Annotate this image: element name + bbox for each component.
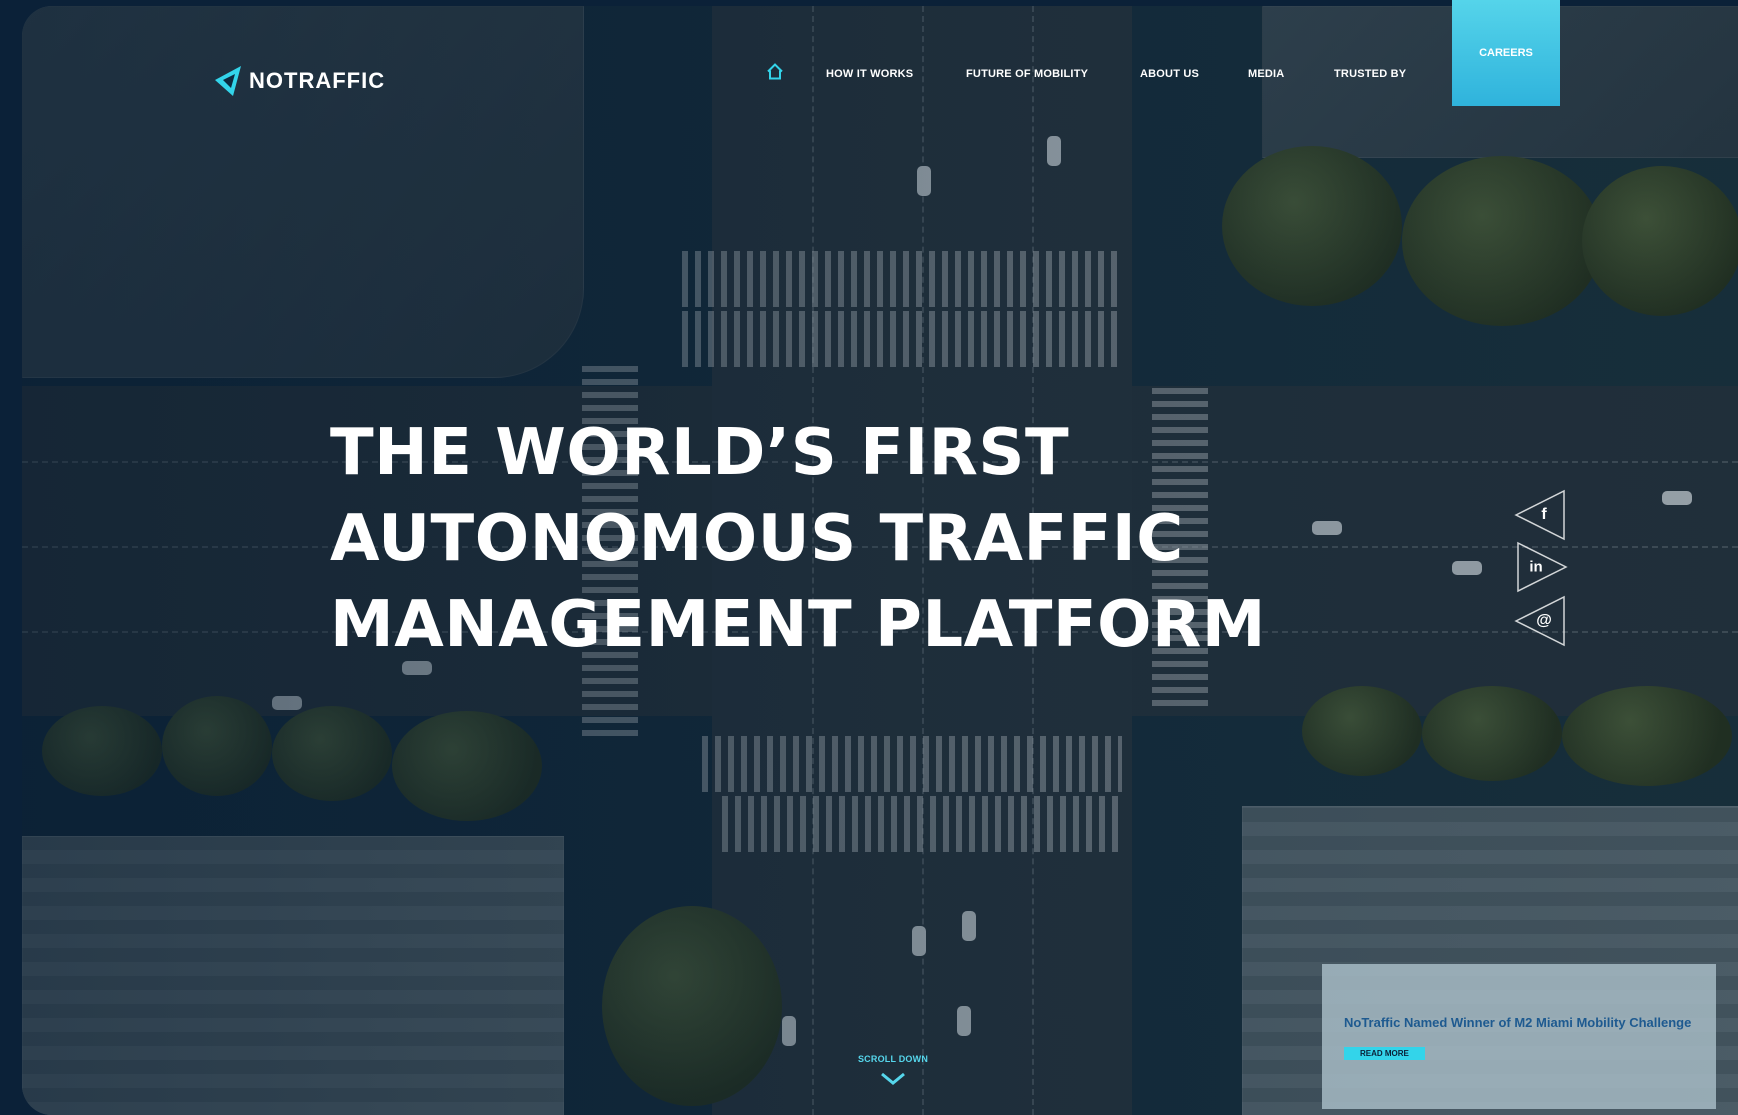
tree: [1422, 686, 1562, 781]
news-title[interactable]: NoTraffic Named Winner of M2 Miami Mobil…: [1344, 1014, 1706, 1031]
car: [782, 1016, 796, 1046]
brand-logo[interactable]: NOTRAFFIC: [213, 64, 385, 98]
careers-button[interactable]: CAREERS: [1452, 0, 1560, 106]
linkedin-glyph: in: [1529, 558, 1543, 576]
tree: [162, 696, 272, 796]
brand-name: NOTRAFFIC: [249, 68, 386, 93]
car: [272, 696, 302, 710]
nav-future-of-mobility[interactable]: FUTURE OF MOBILITY: [966, 68, 1088, 80]
hero-line: AUTONOMOUS TRAFFIC: [330, 502, 1184, 576]
tree: [42, 706, 162, 796]
car: [917, 166, 931, 196]
crosswalk: [702, 736, 1122, 792]
nav-media[interactable]: MEDIA: [1248, 68, 1284, 80]
tree: [1302, 686, 1422, 776]
hero-line: MANAGEMENT PLATFORM: [330, 588, 1266, 662]
car: [957, 1006, 971, 1036]
chevron-down-icon: [881, 1072, 905, 1085]
hero-headline: THE WORLD’S FIRST AUTONOMOUS TRAFFIC MAN…: [330, 410, 1266, 668]
nav-trusted-by[interactable]: TRUSTED BY: [1334, 68, 1406, 80]
read-more-button[interactable]: READ MORE: [1344, 1047, 1425, 1060]
home-icon[interactable]: [766, 63, 784, 86]
facebook-icon[interactable]: f: [1514, 488, 1568, 542]
logo-icon: [213, 64, 243, 98]
building: [22, 836, 564, 1115]
facebook-glyph: f: [1541, 506, 1547, 523]
car: [962, 911, 976, 941]
crosswalk: [682, 251, 1122, 307]
car: [1047, 136, 1061, 166]
tree: [392, 711, 542, 821]
car: [1662, 491, 1692, 505]
hero-line: THE WORLD’S FIRST: [330, 416, 1070, 490]
tree: [1222, 146, 1402, 306]
tree: [1582, 166, 1738, 316]
scroll-down-label: SCROLL DOWN: [857, 1054, 929, 1064]
nav-about-us[interactable]: ABOUT US: [1140, 68, 1199, 80]
crosswalk: [682, 311, 1122, 367]
news-card[interactable]: NoTraffic Named Winner of M2 Miami Mobil…: [1322, 964, 1716, 1109]
tree: [272, 706, 392, 801]
linkedin-icon[interactable]: in: [1514, 540, 1568, 594]
email-icon[interactable]: @: [1514, 594, 1568, 648]
tree: [1402, 156, 1602, 326]
car: [912, 926, 926, 956]
car: [1452, 561, 1482, 575]
car: [1312, 521, 1342, 535]
tree: [1562, 686, 1732, 786]
nav-how-it-works[interactable]: HOW IT WORKS: [826, 68, 913, 80]
email-glyph: @: [1536, 612, 1552, 629]
building: [22, 6, 584, 378]
crosswalk: [722, 796, 1122, 852]
scroll-down[interactable]: SCROLL DOWN: [853, 1054, 933, 1088]
tree: [602, 906, 782, 1106]
